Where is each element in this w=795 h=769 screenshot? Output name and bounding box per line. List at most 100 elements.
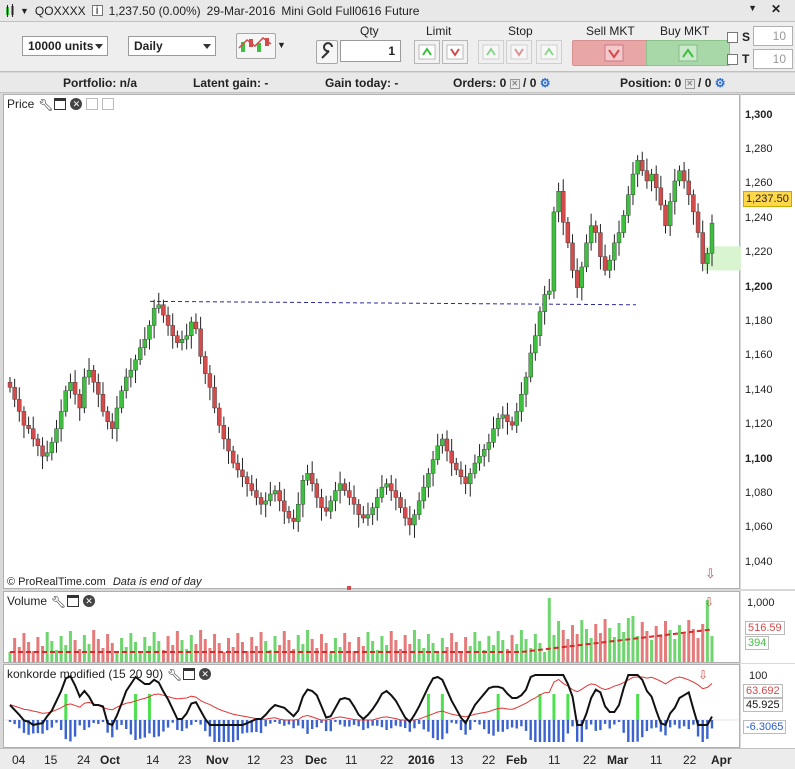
close-icon[interactable]: ✕ (771, 2, 781, 16)
konkorde-blue-bar (176, 720, 179, 730)
volume-bar (319, 634, 323, 662)
volume-bar (473, 632, 477, 662)
volume-bar (78, 649, 82, 662)
stop-sell-button-2[interactable] (536, 40, 562, 64)
cancel-orders-icon[interactable]: ✕ (509, 78, 520, 89)
volume-bar (310, 639, 314, 662)
volume-chart[interactable]: ⇩ (4, 592, 741, 664)
price-candle (184, 323, 189, 350)
candle-down (356, 504, 361, 515)
candle-down (203, 356, 208, 374)
candle-up (337, 483, 343, 491)
candle-down (593, 225, 598, 233)
price-candle (156, 292, 161, 314)
price-candle (124, 368, 129, 399)
candle-down (31, 428, 36, 440)
candle-up (709, 222, 715, 254)
konkorde-blue-bar (589, 720, 593, 725)
konkorde-blue-bar (199, 720, 202, 725)
konkorde-blue-bar (552, 720, 556, 742)
konkorde-blue-bar (292, 720, 295, 729)
candle-up (500, 414, 505, 419)
s-checkbox[interactable] (727, 32, 738, 43)
volume-bar (380, 636, 384, 662)
konkorde-blue-bar (427, 720, 430, 732)
s-input[interactable]: 10 (753, 26, 793, 46)
volume-bar (617, 623, 621, 662)
volume-bar (417, 639, 421, 662)
price-candle (198, 316, 203, 365)
konkorde-green-bar (538, 694, 542, 720)
candle-down (110, 421, 115, 429)
buy-mkt-button[interactable] (646, 40, 730, 66)
footer-credit: © ProRealTime.com (7, 576, 106, 588)
candle-up (124, 376, 129, 392)
volume-tick: 1,000 (747, 597, 775, 609)
chevron-down-icon[interactable]: ▼ (20, 6, 29, 16)
price-candle (110, 413, 115, 439)
indicator-button[interactable] (236, 33, 276, 59)
volume-bar (580, 620, 584, 662)
price-candle (370, 502, 375, 525)
candle-up (426, 473, 431, 488)
konkorde-value-2: 45.925 (743, 698, 783, 712)
period-select-value: Daily (134, 39, 163, 53)
gain-today-status: Gain today: - (325, 76, 399, 90)
qty-input[interactable]: 1 (340, 40, 401, 62)
price-candle (449, 438, 454, 476)
price-candle (263, 492, 268, 518)
konkorde-blue-bar (138, 720, 142, 739)
close-position-icon[interactable]: ✕ (684, 78, 695, 89)
time-tick: 22 (380, 753, 394, 767)
volume-bar (543, 652, 547, 662)
gear-icon[interactable]: ⚙ (540, 76, 551, 90)
units-select[interactable]: 10000 units (22, 36, 108, 56)
sell-mkt-button[interactable] (572, 40, 656, 66)
stop-sell-button-1[interactable] (506, 40, 532, 64)
konkorde-blue-bar (385, 720, 388, 730)
t-checkbox[interactable] (727, 54, 738, 65)
stop-buy-button[interactable] (478, 40, 504, 64)
volume-bar (36, 637, 40, 662)
candle-down (198, 328, 203, 357)
konkorde-blue-bar (496, 720, 500, 732)
limit-sell-button[interactable] (442, 40, 468, 64)
konkorde-blue-bar (148, 720, 151, 734)
konkorde-blue-bar (566, 720, 570, 734)
price-candle (570, 234, 575, 279)
volume-bar (64, 645, 68, 662)
price-candle (119, 385, 124, 414)
price-candle (375, 488, 380, 521)
candle-down (565, 222, 571, 244)
price-chart[interactable]: ⇩ (4, 95, 741, 590)
chevron-down-icon[interactable]: ▼ (277, 40, 286, 50)
order-settings-button[interactable] (316, 40, 338, 64)
info-icon[interactable]: i (91, 4, 103, 16)
candle-up (54, 428, 59, 443)
price-candle (495, 413, 501, 437)
time-tick: 23 (280, 753, 294, 767)
instrument-name: Mini Gold Full0616 Future (281, 3, 420, 18)
konkorde-blue-bar (562, 720, 565, 742)
buy-order-icon (482, 44, 500, 60)
volume-value-red: 516.59 (745, 621, 785, 635)
volume-axis: 1,000 516.59 394 (741, 591, 795, 663)
konkorde-chart[interactable]: ⇩ (4, 665, 741, 749)
price-candle (412, 509, 417, 538)
konkorde-blue-bar (329, 720, 332, 732)
period-select[interactable]: Daily (128, 36, 216, 56)
volume-bar (505, 649, 509, 662)
footer-note: Data is end of day (112, 576, 202, 588)
t-input[interactable]: 10 (753, 49, 793, 69)
price-candle (63, 385, 68, 417)
konkorde-blue-bar (352, 720, 356, 725)
candle-down (640, 160, 645, 171)
price-candle (444, 430, 450, 462)
gear-icon[interactable]: ⚙ (715, 76, 726, 90)
price-candle (565, 217, 571, 249)
candle-down (235, 462, 241, 471)
chevron-down-icon[interactable]: ▼ (748, 3, 757, 13)
limit-buy-button[interactable] (414, 40, 440, 64)
symbol[interactable]: QOXXXX (35, 4, 86, 18)
price-candle (602, 244, 608, 276)
